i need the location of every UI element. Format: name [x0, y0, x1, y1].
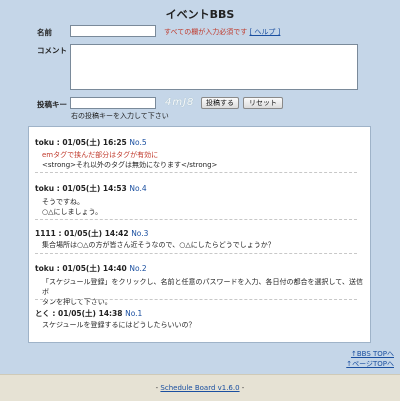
post-divider: [35, 253, 357, 254]
post-author: 1111: [35, 229, 56, 238]
post-author: とく: [35, 309, 50, 318]
post-body: emタグで挟んだ部分はタグが有効に <strong>それ以外のタグは無効になりま…: [42, 150, 365, 170]
post-header: とく : 01/05(土) 14:38 No.1: [35, 309, 143, 318]
reset-button[interactable]: リセット: [243, 97, 283, 109]
post-key-hint: 右の投稿キーを入力して下さい: [71, 112, 169, 120]
post-header: 1111 : 01/05(土) 14:42 No.3: [35, 229, 149, 238]
post-body: 集合場所は○△の方が皆さん近そうなので、○△にしたらどうでしょうか？: [42, 240, 365, 250]
page-top-nav: ↑ページTOPへ: [346, 359, 394, 369]
post-item: toku : 01/05(土) 16:25 No.5 emタグで挟んだ部分はタグ…: [35, 137, 365, 170]
post-line: 「スケジュール登録」をクリックし、名前と任意のパスワードを入力、各日付の都合を選…: [42, 278, 363, 296]
post-number: No.5: [129, 138, 147, 147]
post-body: スケジュールを登録するにはどうしたらいいの？: [42, 320, 365, 330]
post-date: 01/05(土) 14:38: [58, 309, 123, 318]
post-number: No.1: [125, 309, 143, 318]
required-note-text: すべての欄が入力必須です: [164, 28, 248, 36]
post-author: toku: [35, 138, 55, 147]
post-divider: [35, 172, 357, 173]
page-title: イベントBBS: [165, 8, 235, 21]
post-header: toku : 01/05(土) 14:40 No.2: [35, 264, 147, 273]
post-header: toku : 01/05(土) 16:25 No.5: [35, 138, 147, 147]
post-body: 「スケジュール登録」をクリックし、名前と任意のパスワードを入力、各日付の都合を選…: [42, 277, 365, 307]
post-item: toku : 01/05(土) 14:40 No.2 「スケジュール登録」をクリ…: [35, 263, 365, 307]
post-line: <strong>それ以外のタグは無効になります</strong>: [42, 161, 218, 169]
comment-field[interactable]: [70, 44, 358, 90]
help-link[interactable]: [ ヘルプ ]: [249, 28, 280, 36]
post-date: 01/05(土) 14:42: [64, 229, 129, 238]
post-divider: [35, 219, 357, 220]
name-label: 名前: [37, 28, 52, 37]
post-item: とく : 01/05(土) 14:38 No.1 スケジュールを登録するにはどう…: [35, 308, 365, 330]
post-date: 01/05(土) 14:53: [62, 184, 127, 193]
post-line: そうですね。: [42, 198, 84, 206]
footer: - Schedule Board v1.6.0 -: [0, 374, 400, 401]
post-line: 集合場所は○△の方が皆さん近そうなので、○△にしたらどうでしょうか？: [42, 241, 275, 249]
post-number: No.3: [131, 229, 149, 238]
post-line: ○△にしましょう。: [42, 208, 103, 216]
key-label: 投稿キー: [37, 100, 67, 109]
post-line: スケジュールを登録するにはどうしたらいいの？: [42, 321, 196, 329]
post-header: toku : 01/05(土) 14:53 No.4: [35, 184, 147, 193]
post-author: toku: [35, 184, 55, 193]
post-key-field[interactable]: [70, 97, 156, 109]
captcha-image: 4mJ8: [165, 97, 195, 108]
required-note: すべての欄が入力必須です [ ヘルプ ]: [164, 27, 280, 37]
bbs-top-link[interactable]: ↑BBS TOPへ: [351, 350, 394, 358]
post-number: No.2: [129, 264, 147, 273]
post-date: 01/05(土) 14:40: [62, 264, 127, 273]
name-field[interactable]: [70, 25, 156, 37]
page-top-link[interactable]: ↑ページTOPへ: [346, 360, 394, 368]
comment-label: コメント: [37, 46, 67, 55]
post-body: そうですね。 ○△にしましょう。: [42, 197, 365, 217]
post-author: toku: [35, 264, 55, 273]
schedule-board-link[interactable]: Schedule Board v1.6.0: [160, 384, 239, 392]
post-list: toku : 01/05(土) 16:25 No.5 emタグで挟んだ部分はタグ…: [28, 126, 371, 343]
post-item: toku : 01/05(土) 14:53 No.4 そうですね。 ○△にしまし…: [35, 183, 365, 217]
post-line: emタグで挟んだ部分はタグが有効に: [42, 151, 159, 159]
post-item: 1111 : 01/05(土) 14:42 No.3 集合場所は○△の方が皆さん…: [35, 228, 365, 250]
post-date: 01/05(土) 16:25: [62, 138, 127, 147]
bbs-top-nav: ↑BBS TOPへ: [351, 349, 394, 359]
post-divider: [35, 299, 357, 300]
post-number: No.4: [129, 184, 147, 193]
submit-button[interactable]: 投稿する: [201, 97, 239, 109]
footer-suffix: -: [239, 384, 245, 392]
